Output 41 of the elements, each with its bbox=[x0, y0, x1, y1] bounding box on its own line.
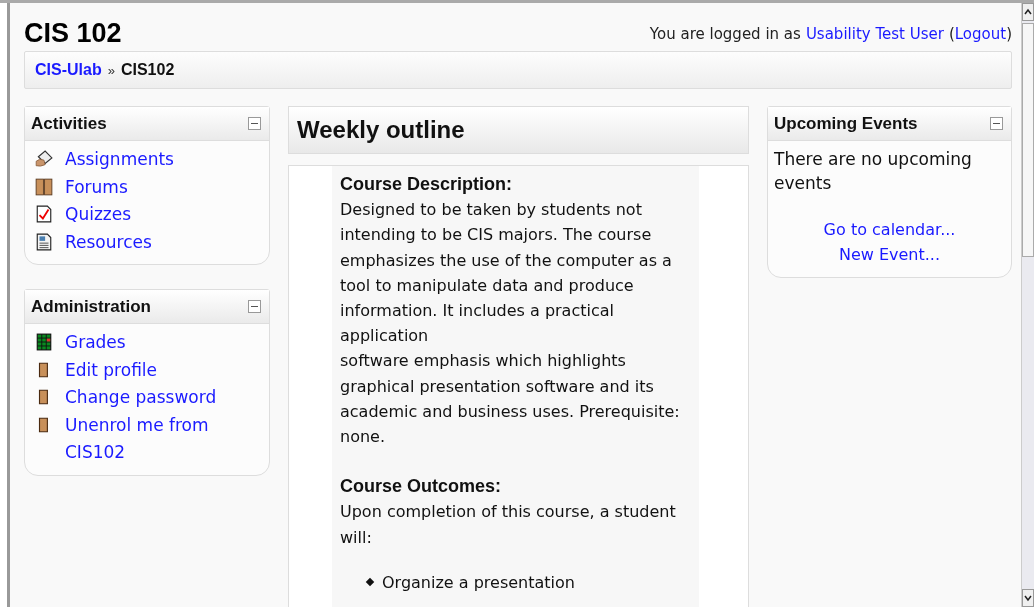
sidebar-link[interactable]: Resources bbox=[65, 228, 152, 256]
user-link[interactable]: Usability Test User bbox=[805, 25, 944, 43]
login-text: You are logged in as bbox=[649, 25, 801, 43]
section-title: Weekly outline bbox=[297, 116, 465, 144]
collapse-icon[interactable] bbox=[248, 300, 261, 313]
section-text: Upon completion of this course, a student will: bbox=[340, 501, 677, 549]
spreadsheet-icon bbox=[35, 333, 53, 351]
events-message: There are no upcoming events bbox=[774, 148, 973, 195]
parenthesis: ) bbox=[1006, 25, 1012, 43]
parenthesis: ( bbox=[948, 25, 955, 43]
events-link[interactable]: New Event... bbox=[838, 242, 941, 267]
scrollbar[interactable] bbox=[1021, 3, 1034, 607]
sidebar-link[interactable]: Assignments bbox=[65, 146, 174, 174]
section-heading: Course Description: bbox=[340, 173, 514, 196]
logout-link[interactable]: Logout bbox=[954, 25, 1007, 43]
breadcrumb-link[interactable]: CIS-Ulab bbox=[35, 61, 102, 79]
events-link[interactable]: Go to calendar... bbox=[823, 217, 956, 242]
block-title: Administration bbox=[31, 296, 151, 317]
block-title: Upcoming Events bbox=[774, 113, 918, 134]
scroll-up-icon[interactable] bbox=[1022, 3, 1034, 21]
list-item: Organize a presentation bbox=[382, 571, 575, 594]
sidebar-link[interactable]: Forums bbox=[65, 173, 128, 201]
scroll-down-icon[interactable] bbox=[1022, 589, 1034, 607]
scrollbar-thumb[interactable] bbox=[1022, 23, 1034, 257]
breadcrumb-current: CIS102 bbox=[120, 61, 175, 79]
collapse-icon[interactable] bbox=[248, 117, 261, 130]
sidebar-link[interactable]: Unenrol me from CIS102 bbox=[65, 411, 261, 467]
breadcrumb-separator: » bbox=[107, 62, 115, 78]
section-text: Designed to be taken by students not intending to be CIS majors. The course emphasizes the use of the computer as a tool to manipulate data and produce information. It includes a practical application software emphasis which highlights graphical presentation software and its academic and business uses. Prerequisite: none. bbox=[340, 199, 681, 449]
sidebar-link[interactable]: Grades bbox=[65, 329, 126, 357]
course-title: CIS 102 bbox=[24, 18, 122, 49]
bullet-icon bbox=[365, 578, 375, 587]
checkmark-page-icon bbox=[35, 205, 53, 223]
sidebar-link[interactable]: Edit profile bbox=[65, 356, 158, 384]
sidebar-link[interactable]: Change password bbox=[65, 384, 217, 412]
document-icon bbox=[35, 232, 53, 251]
block-title: Activities bbox=[31, 113, 107, 134]
sidebar-link[interactable]: Quizzes bbox=[65, 201, 132, 229]
hand-paper-icon bbox=[35, 150, 53, 168]
collapse-icon[interactable] bbox=[990, 117, 1003, 130]
section-heading: Course Outcomes: bbox=[340, 475, 503, 499]
